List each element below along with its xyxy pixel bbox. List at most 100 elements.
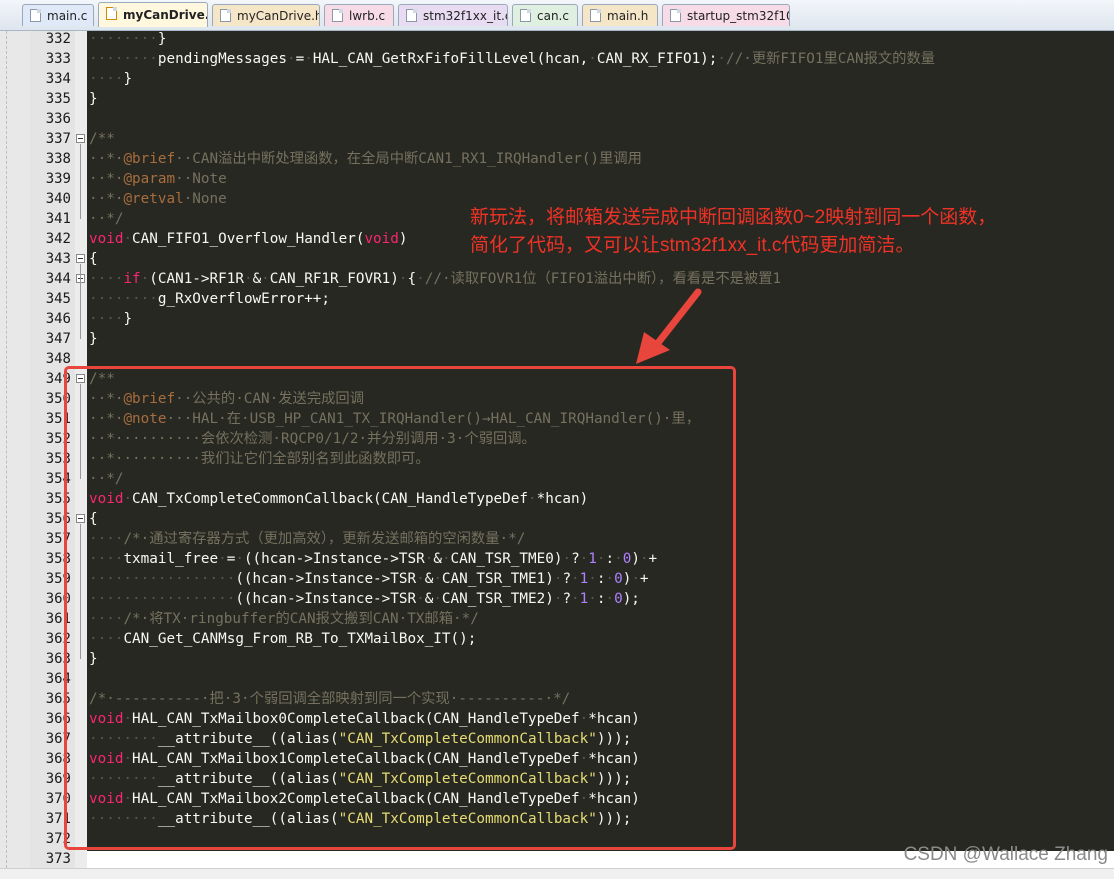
- code-token: /**: [89, 131, 115, 147]
- file-icon: [332, 9, 343, 22]
- code-token: ·: [304, 51, 313, 67]
- code-token: ····: [89, 271, 124, 287]
- highlight-box: [64, 366, 736, 850]
- code-text: {: [89, 249, 98, 269]
- code-token: ·: [261, 271, 270, 287]
- code-token: {: [407, 271, 417, 287]
- tab-label: myCanDrive.h: [237, 9, 320, 23]
- code-line[interactable]: 338 ··*·@brief··CAN溢出中断处理函数，在全局中断CAN1_RX1…: [0, 149, 1114, 169]
- line-number: 339: [45, 171, 71, 187]
- code-token: ·: [398, 271, 408, 287]
- line-number: 338: [45, 151, 71, 167]
- code-line[interactable]: 335}: [0, 89, 1114, 109]
- code-text: ··*/: [89, 209, 123, 229]
- code-line[interactable]: 339 ··*·@param··Note: [0, 169, 1114, 189]
- line-number: 333: [45, 51, 71, 67]
- code-text: ····}: [89, 69, 132, 89]
- code-token: @brief: [123, 151, 176, 167]
- line-number: 347: [45, 331, 71, 347]
- file-icon: [520, 9, 531, 22]
- line-number: 345: [45, 291, 71, 307]
- code-token: void: [364, 231, 399, 247]
- annotation-arrow-icon: [636, 288, 702, 364]
- code-token: ··*·: [89, 191, 124, 207]
- code-token: @param: [123, 171, 176, 187]
- tab-startup-stm32f103xe-s[interactable]: startup_stm32f103xe.s: [662, 4, 790, 26]
- code-token: ··*·: [89, 171, 124, 187]
- code-token: {: [89, 251, 98, 267]
- tab-lwrb-c[interactable]: lwrb.c: [324, 4, 394, 26]
- code-line[interactable]: 346 ····}: [0, 309, 1114, 329]
- code-token: }: [123, 311, 133, 327]
- code-text: ··*·@brief··CAN溢出中断处理函数，在全局中断CAN1_RX1_IR…: [89, 149, 642, 169]
- tab-label: lwrb.c: [349, 9, 386, 23]
- tab-label: startup_stm32f103xe.s: [687, 9, 789, 23]
- tab-main-h[interactable]: main.h: [582, 4, 658, 26]
- code-token: ): [398, 231, 408, 247]
- code-token: ··CAN溢出中断处理函数，在全局中断CAN1_RX1_IRQHandler()…: [175, 151, 642, 167]
- line-number: 343: [45, 251, 71, 267]
- code-text: ··*·@param··Note: [89, 169, 227, 189]
- code-line[interactable]: 334 ····}: [0, 69, 1114, 89]
- code-token: void: [89, 231, 124, 247]
- code-line[interactable]: 345 ········g_RxOverflowError++;: [0, 289, 1114, 309]
- fold-toggle-icon[interactable]: [76, 254, 85, 263]
- tab-mycandrive-h[interactable]: myCanDrive.h: [212, 4, 320, 26]
- code-text: ········g_RxOverflowError++;: [89, 289, 330, 309]
- tab-mycandrive-c[interactable]: myCanDrive.c: [98, 2, 208, 27]
- annotation-line-1: 新玩法，将邮箱发送完成中断回调函数0~2映射到同一个函数，: [470, 207, 997, 228]
- code-token: ··Note: [175, 171, 227, 187]
- code-token: if: [123, 271, 141, 287]
- fold-guide: [80, 144, 81, 219]
- code-text: }: [89, 329, 98, 349]
- code-text: ····if·(CAN1->RF1R·&·CAN_RF1R_FOVR1)·{·/…: [89, 269, 781, 289]
- file-icon: [106, 7, 117, 20]
- code-token: ·: [717, 51, 727, 67]
- code-line[interactable]: 332 ········}: [0, 29, 1114, 49]
- code-token: &: [252, 271, 262, 287]
- line-number: 344: [45, 271, 71, 287]
- watermark: CSDN @Wallace Zhang: [903, 844, 1108, 865]
- tab-stm32f1xx-it-c[interactable]: stm32f1xx_it.c: [398, 4, 508, 26]
- code-token: ·None: [183, 191, 227, 207]
- tab-can-c[interactable]: can.c: [512, 4, 578, 26]
- code-token: //·更新FIFO1里CAN报文的数量: [726, 51, 936, 67]
- code-token: ····: [89, 71, 124, 87]
- code-token: CAN_RX_FIFO1);: [596, 51, 718, 67]
- tab-label: main.c: [47, 9, 88, 23]
- line-number: 348: [45, 351, 71, 367]
- horizontal-scrollbar[interactable]: [0, 868, 1114, 879]
- code-token: ·: [140, 271, 150, 287]
- file-icon: [220, 9, 231, 22]
- code-line[interactable]: 344 ····if·(CAN1->RF1R·&·CAN_RF1R_FOVR1)·…: [0, 269, 1114, 289]
- code-token: ········: [89, 51, 158, 67]
- line-number: 332: [45, 31, 71, 47]
- code-token: ········: [89, 31, 158, 47]
- annotation-line-2: 简化了代码，又可以让stm32f1xx_it.c代码更加简洁。: [470, 235, 915, 256]
- code-token: }: [89, 331, 98, 347]
- code-token: ··*·: [89, 151, 124, 167]
- tab-label: stm32f1xx_it.c: [423, 9, 508, 23]
- code-token: }: [157, 31, 167, 47]
- code-line[interactable]: 333 ········pendingMessages·=·HAL_CAN_Get…: [0, 49, 1114, 69]
- code-text: ········}: [89, 29, 166, 49]
- line-number: 342: [45, 231, 71, 247]
- tab-main-c[interactable]: main.c: [22, 4, 94, 26]
- file-icon: [406, 9, 417, 22]
- code-token: }: [123, 71, 133, 87]
- file-icon: [590, 9, 601, 22]
- code-token: ·: [123, 231, 133, 247]
- code-line[interactable]: 347}: [0, 329, 1114, 349]
- code-token: =: [295, 51, 305, 67]
- code-token: ········: [89, 291, 158, 307]
- code-token: CAN_FIFO1_Overflow_Handler(: [132, 231, 365, 247]
- code-token: g_RxOverflowError++;: [157, 291, 331, 307]
- code-token: ····: [89, 311, 124, 327]
- code-line[interactable]: 336: [0, 109, 1114, 129]
- line-number: 373: [45, 851, 71, 867]
- code-text: /**: [89, 129, 115, 149]
- code-token: ··*/: [89, 211, 124, 227]
- code-line[interactable]: 337 /**: [0, 129, 1114, 149]
- fold-toggle-icon[interactable]: [76, 134, 85, 143]
- code-text: ········pendingMessages·=·HAL_CAN_GetRxF…: [89, 49, 935, 69]
